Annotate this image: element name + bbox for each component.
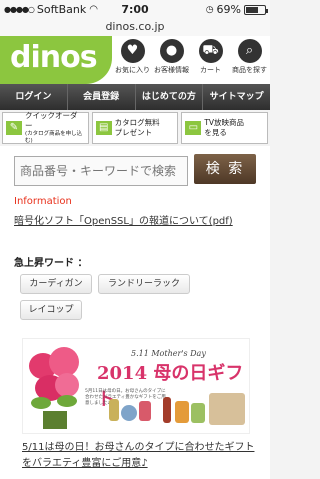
nav-first-time[interactable]: はじめての方 [136,84,204,110]
tv-products-button[interactable]: ▭ TV放映商品 を見る [181,112,269,144]
main-nav: ログイン 会員登録 はじめての方 サイトマップ [0,84,270,110]
nav-sitemap[interactable]: サイトマップ [203,84,270,110]
gift-item-jar [175,401,189,423]
keyword-chip-laundry-rack[interactable]: ランドリーラック [98,274,190,294]
hydrangea-image [27,343,81,431]
quick-order-button[interactable]: ✎ クイックオーダー (カタログ商品を申し込む) [2,111,89,145]
mothers-day-banner[interactable]: 5.11 Mother's Day 2014 母の日ギフト 5月11日は母の日。… [22,338,250,434]
search-input[interactable] [14,156,188,186]
battery-area: ◷ 69% [205,3,268,16]
catalog-icon: ▤ [95,121,112,135]
quick-order-sub: (カタログ商品を申し込む) [25,131,83,144]
gift-item-jar [191,403,205,423]
site-header: dinos ♥ お気に入り ● お客様情報 ⛟ カート ⌕ 商品を探す [0,36,270,84]
favorites-button[interactable]: ♥ お気に入り [114,39,151,75]
search-button[interactable]: 検 索 [194,154,256,184]
search-icon: ⌕ [237,39,262,63]
tv-products-text: TV放映商品 を見る [204,118,244,138]
free-catalog-sub: プレゼント [114,128,153,137]
favorites-label: お気に入り [115,66,150,74]
nav-login[interactable]: ログイン [0,84,68,110]
gift-item-basket [209,393,245,425]
gift-item-bottle [109,399,119,421]
main-content: 検 索 Information 暗号化ソフト「OpenSSL」の報道について(p… [0,146,270,479]
battery-fill [246,6,259,13]
quick-order-title: クイックオーダー [25,111,78,130]
tv-products-sub: を見る [204,128,227,137]
keyword-chip-cardigan[interactable]: カーディガン [20,274,92,294]
person-icon: ● [159,39,184,63]
free-catalog-title: カタログ無料 [114,118,160,127]
account-label: お客様情報 [154,66,189,74]
banner-subtitle: 5.11 Mother's Day [131,349,206,358]
shortcut-row: ✎ クイックオーダー (カタログ商品を申し込む) ▤ カタログ無料 プレゼント ▭ … [2,111,269,145]
flower-bloom [55,373,79,397]
information-heading: Information [14,196,72,207]
quick-order-text: クイックオーダー (カタログ商品を申し込む) [25,111,85,145]
free-catalog-button[interactable]: ▤ カタログ無料 プレゼント [91,112,179,144]
tv-icon: ▭ [185,121,202,135]
gift-item-wine [163,397,171,423]
alarm-icon: ◷ [205,4,214,15]
nav-register[interactable]: 会員登録 [68,84,136,110]
leaf [57,395,77,407]
trending-keywords-heading: 急上昇ワード ： [14,258,88,269]
leaf [31,397,51,409]
dinos-logo[interactable]: dinos [0,36,112,84]
flower-pot [43,411,67,429]
logo-text: dinos [10,40,98,75]
find-products-button[interactable]: ⌕ 商品を探す [231,39,268,75]
tv-products-title: TV放映商品 [204,118,245,127]
gift-item-bag [139,401,151,421]
cart-label: カート [200,66,221,74]
url-bar[interactable]: dinos.co.jp [0,20,270,36]
free-catalog-text: カタログ無料 プレゼント [115,118,160,138]
find-products-label: 商品を探す [232,66,267,74]
heart-icon: ♥ [120,39,145,63]
battery-percent: 69% [216,3,241,16]
cart-button[interactable]: ⛟ カート [192,39,229,75]
order-icon: ✎ [6,121,22,135]
status-bar: ●●●●○ SoftBank ◠ 7:00 ◷ 69% [0,0,270,20]
openssl-notice-link[interactable]: 暗号化ソフト「OpenSSL」の報道について(pdf) [14,212,233,227]
battery-icon [244,4,268,15]
keyword-chip-raycop[interactable]: レイコップ [20,300,82,320]
gift-item-watch [121,405,137,421]
account-button[interactable]: ● お客様情報 [153,39,190,75]
header-icons: ♥ お気に入り ● お客様情報 ⛟ カート ⌕ 商品を探す [114,39,268,75]
cart-icon: ⛟ [198,39,223,63]
banner-caption-link[interactable]: 5/11は母の日！お母さんのタイプに合わせたギフトをバラエティ豊富にご用意♪ [22,440,258,472]
